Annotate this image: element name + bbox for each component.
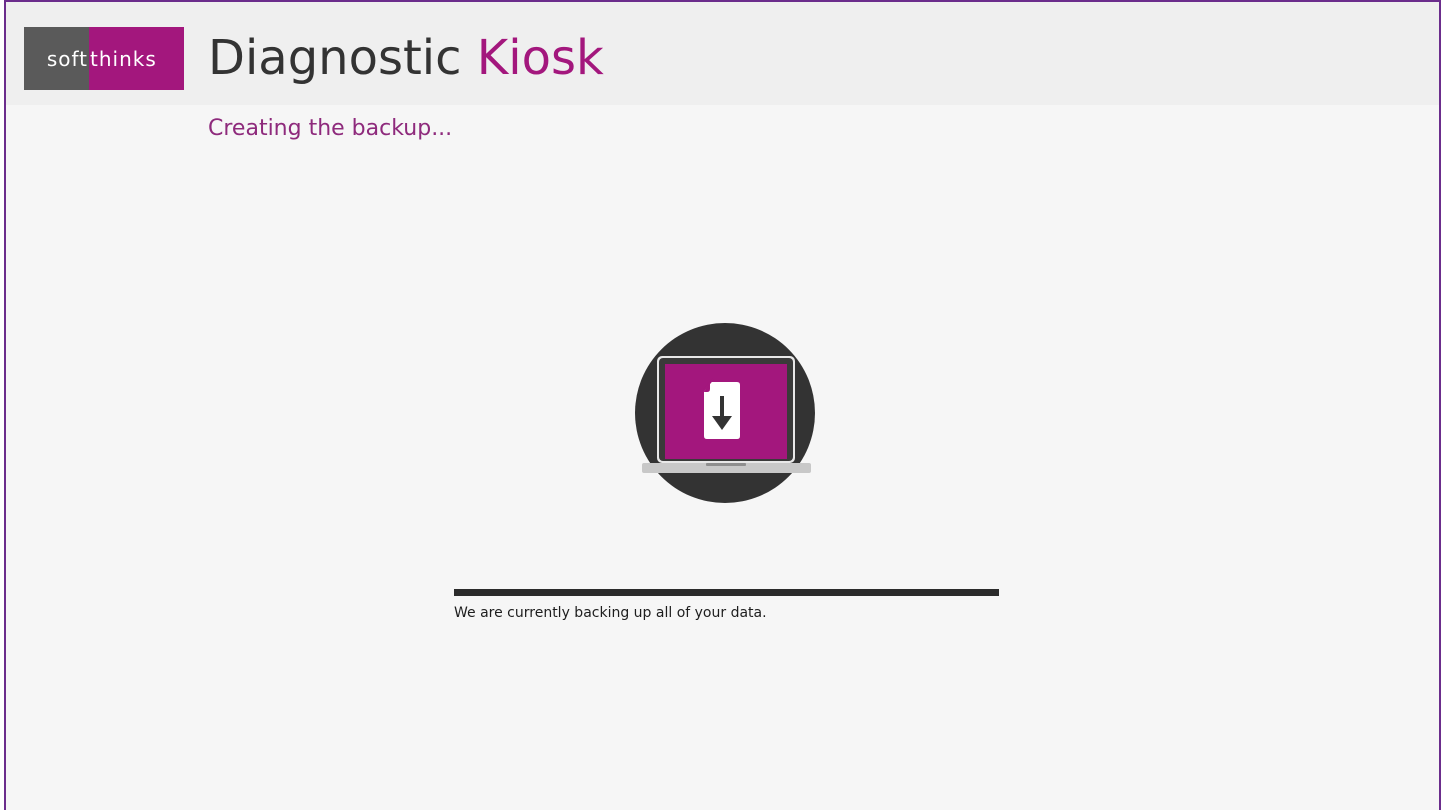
app-header: soft thinks Diagnostic Kiosk [6, 2, 1439, 105]
app-title-accent: Kiosk [476, 30, 604, 86]
page-heading: Creating the backup... [208, 116, 453, 141]
status-message: We are currently backing up all of your … [454, 605, 767, 621]
logo-left-text: soft [24, 27, 89, 90]
app-title-main: Diagnostic [208, 30, 462, 86]
logo-right-text: thinks [89, 27, 184, 90]
app-window: soft thinks Diagnostic Kiosk Creating th… [4, 0, 1441, 810]
softthinks-logo: soft thinks [24, 27, 184, 90]
app-title: Diagnostic Kiosk [208, 28, 604, 88]
laptop-download-file-icon [634, 322, 816, 504]
backup-progress-fill [454, 589, 999, 596]
backup-progress-bar [454, 589, 999, 596]
